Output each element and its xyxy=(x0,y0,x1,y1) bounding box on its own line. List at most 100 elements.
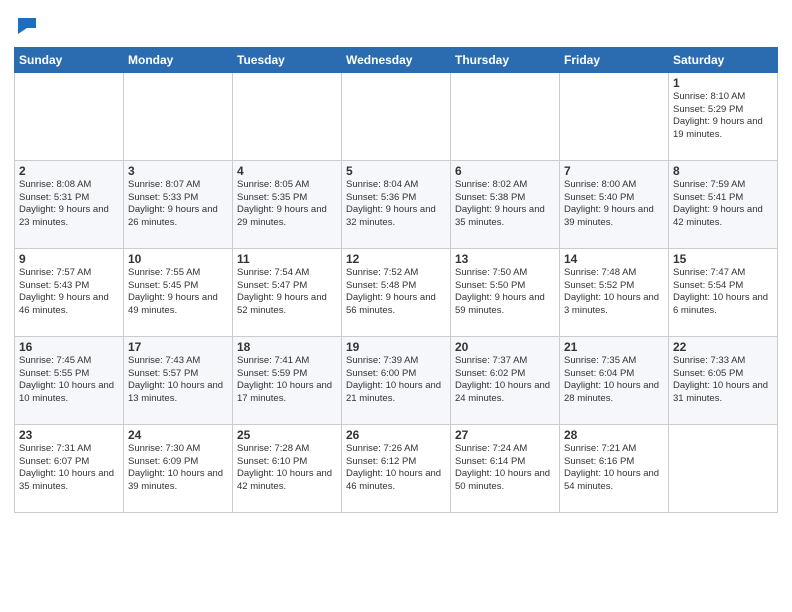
day-cell: 2Sunrise: 8:08 AM Sunset: 5:31 PM Daylig… xyxy=(15,160,124,248)
day-cell xyxy=(233,72,342,160)
day-info: Sunrise: 7:33 AM Sunset: 6:05 PM Dayligh… xyxy=(673,355,773,406)
weekday-sunday: Sunday xyxy=(15,47,124,72)
weekday-header-row: SundayMondayTuesdayWednesdayThursdayFrid… xyxy=(15,47,778,72)
day-number: 26 xyxy=(346,428,446,442)
day-number: 27 xyxy=(455,428,555,442)
week-row-5: 23Sunrise: 7:31 AM Sunset: 6:07 PM Dayli… xyxy=(15,424,778,512)
day-info: Sunrise: 7:57 AM Sunset: 5:43 PM Dayligh… xyxy=(19,267,119,318)
week-row-3: 9Sunrise: 7:57 AM Sunset: 5:43 PM Daylig… xyxy=(15,248,778,336)
day-cell: 25Sunrise: 7:28 AM Sunset: 6:10 PM Dayli… xyxy=(233,424,342,512)
calendar-wrapper: SundayMondayTuesdayWednesdayThursdayFrid… xyxy=(0,0,792,523)
day-number: 15 xyxy=(673,252,773,266)
day-number: 1 xyxy=(673,76,773,90)
day-cell: 22Sunrise: 7:33 AM Sunset: 6:05 PM Dayli… xyxy=(669,336,778,424)
day-info: Sunrise: 8:07 AM Sunset: 5:33 PM Dayligh… xyxy=(128,179,228,230)
day-cell: 24Sunrise: 7:30 AM Sunset: 6:09 PM Dayli… xyxy=(124,424,233,512)
day-info: Sunrise: 8:05 AM Sunset: 5:35 PM Dayligh… xyxy=(237,179,337,230)
day-number: 25 xyxy=(237,428,337,442)
calendar-table: SundayMondayTuesdayWednesdayThursdayFrid… xyxy=(14,47,778,513)
logo-icon xyxy=(16,14,38,36)
day-info: Sunrise: 7:48 AM Sunset: 5:52 PM Dayligh… xyxy=(564,267,664,318)
day-info: Sunrise: 8:08 AM Sunset: 5:31 PM Dayligh… xyxy=(19,179,119,230)
week-row-4: 16Sunrise: 7:45 AM Sunset: 5:55 PM Dayli… xyxy=(15,336,778,424)
day-cell: 23Sunrise: 7:31 AM Sunset: 6:07 PM Dayli… xyxy=(15,424,124,512)
day-cell: 28Sunrise: 7:21 AM Sunset: 6:16 PM Dayli… xyxy=(560,424,669,512)
day-cell xyxy=(342,72,451,160)
day-number: 2 xyxy=(19,164,119,178)
day-cell: 10Sunrise: 7:55 AM Sunset: 5:45 PM Dayli… xyxy=(124,248,233,336)
day-cell: 6Sunrise: 8:02 AM Sunset: 5:38 PM Daylig… xyxy=(451,160,560,248)
day-cell: 3Sunrise: 8:07 AM Sunset: 5:33 PM Daylig… xyxy=(124,160,233,248)
day-cell: 16Sunrise: 7:45 AM Sunset: 5:55 PM Dayli… xyxy=(15,336,124,424)
logo-area xyxy=(14,14,38,41)
day-info: Sunrise: 7:54 AM Sunset: 5:47 PM Dayligh… xyxy=(237,267,337,318)
day-number: 23 xyxy=(19,428,119,442)
day-info: Sunrise: 7:30 AM Sunset: 6:09 PM Dayligh… xyxy=(128,443,228,494)
day-cell: 21Sunrise: 7:35 AM Sunset: 6:04 PM Dayli… xyxy=(560,336,669,424)
week-row-1: 1Sunrise: 8:10 AM Sunset: 5:29 PM Daylig… xyxy=(15,72,778,160)
day-info: Sunrise: 7:47 AM Sunset: 5:54 PM Dayligh… xyxy=(673,267,773,318)
day-info: Sunrise: 7:43 AM Sunset: 5:57 PM Dayligh… xyxy=(128,355,228,406)
day-number: 14 xyxy=(564,252,664,266)
day-number: 3 xyxy=(128,164,228,178)
day-info: Sunrise: 8:00 AM Sunset: 5:40 PM Dayligh… xyxy=(564,179,664,230)
weekday-saturday: Saturday xyxy=(669,47,778,72)
day-number: 22 xyxy=(673,340,773,354)
day-cell: 4Sunrise: 8:05 AM Sunset: 5:35 PM Daylig… xyxy=(233,160,342,248)
day-info: Sunrise: 7:41 AM Sunset: 5:59 PM Dayligh… xyxy=(237,355,337,406)
day-cell: 12Sunrise: 7:52 AM Sunset: 5:48 PM Dayli… xyxy=(342,248,451,336)
day-cell: 9Sunrise: 7:57 AM Sunset: 5:43 PM Daylig… xyxy=(15,248,124,336)
day-number: 10 xyxy=(128,252,228,266)
day-info: Sunrise: 7:21 AM Sunset: 6:16 PM Dayligh… xyxy=(564,443,664,494)
day-cell xyxy=(451,72,560,160)
day-cell: 11Sunrise: 7:54 AM Sunset: 5:47 PM Dayli… xyxy=(233,248,342,336)
day-info: Sunrise: 7:35 AM Sunset: 6:04 PM Dayligh… xyxy=(564,355,664,406)
day-cell: 13Sunrise: 7:50 AM Sunset: 5:50 PM Dayli… xyxy=(451,248,560,336)
day-cell: 15Sunrise: 7:47 AM Sunset: 5:54 PM Dayli… xyxy=(669,248,778,336)
day-info: Sunrise: 7:31 AM Sunset: 6:07 PM Dayligh… xyxy=(19,443,119,494)
day-number: 28 xyxy=(564,428,664,442)
day-cell: 8Sunrise: 7:59 AM Sunset: 5:41 PM Daylig… xyxy=(669,160,778,248)
weekday-monday: Monday xyxy=(124,47,233,72)
day-cell xyxy=(15,72,124,160)
day-number: 6 xyxy=(455,164,555,178)
logo-text xyxy=(14,14,38,41)
day-number: 9 xyxy=(19,252,119,266)
day-info: Sunrise: 7:28 AM Sunset: 6:10 PM Dayligh… xyxy=(237,443,337,494)
day-info: Sunrise: 7:55 AM Sunset: 5:45 PM Dayligh… xyxy=(128,267,228,318)
header-section xyxy=(14,10,778,41)
weekday-wednesday: Wednesday xyxy=(342,47,451,72)
day-cell: 5Sunrise: 8:04 AM Sunset: 5:36 PM Daylig… xyxy=(342,160,451,248)
week-row-2: 2Sunrise: 8:08 AM Sunset: 5:31 PM Daylig… xyxy=(15,160,778,248)
day-cell: 20Sunrise: 7:37 AM Sunset: 6:02 PM Dayli… xyxy=(451,336,560,424)
day-number: 20 xyxy=(455,340,555,354)
day-number: 8 xyxy=(673,164,773,178)
day-info: Sunrise: 7:45 AM Sunset: 5:55 PM Dayligh… xyxy=(19,355,119,406)
day-number: 16 xyxy=(19,340,119,354)
day-number: 17 xyxy=(128,340,228,354)
day-number: 24 xyxy=(128,428,228,442)
day-info: Sunrise: 7:52 AM Sunset: 5:48 PM Dayligh… xyxy=(346,267,446,318)
day-cell: 26Sunrise: 7:26 AM Sunset: 6:12 PM Dayli… xyxy=(342,424,451,512)
day-number: 11 xyxy=(237,252,337,266)
day-number: 21 xyxy=(564,340,664,354)
day-cell: 18Sunrise: 7:41 AM Sunset: 5:59 PM Dayli… xyxy=(233,336,342,424)
day-info: Sunrise: 8:04 AM Sunset: 5:36 PM Dayligh… xyxy=(346,179,446,230)
day-number: 19 xyxy=(346,340,446,354)
weekday-tuesday: Tuesday xyxy=(233,47,342,72)
day-number: 13 xyxy=(455,252,555,266)
day-info: Sunrise: 8:02 AM Sunset: 5:38 PM Dayligh… xyxy=(455,179,555,230)
day-cell: 17Sunrise: 7:43 AM Sunset: 5:57 PM Dayli… xyxy=(124,336,233,424)
day-cell: 7Sunrise: 8:00 AM Sunset: 5:40 PM Daylig… xyxy=(560,160,669,248)
day-info: Sunrise: 8:10 AM Sunset: 5:29 PM Dayligh… xyxy=(673,91,773,142)
weekday-thursday: Thursday xyxy=(451,47,560,72)
weekday-friday: Friday xyxy=(560,47,669,72)
day-info: Sunrise: 7:50 AM Sunset: 5:50 PM Dayligh… xyxy=(455,267,555,318)
day-info: Sunrise: 7:39 AM Sunset: 6:00 PM Dayligh… xyxy=(346,355,446,406)
day-cell xyxy=(560,72,669,160)
day-info: Sunrise: 7:26 AM Sunset: 6:12 PM Dayligh… xyxy=(346,443,446,494)
day-cell xyxy=(669,424,778,512)
day-number: 12 xyxy=(346,252,446,266)
day-info: Sunrise: 7:37 AM Sunset: 6:02 PM Dayligh… xyxy=(455,355,555,406)
day-info: Sunrise: 7:59 AM Sunset: 5:41 PM Dayligh… xyxy=(673,179,773,230)
